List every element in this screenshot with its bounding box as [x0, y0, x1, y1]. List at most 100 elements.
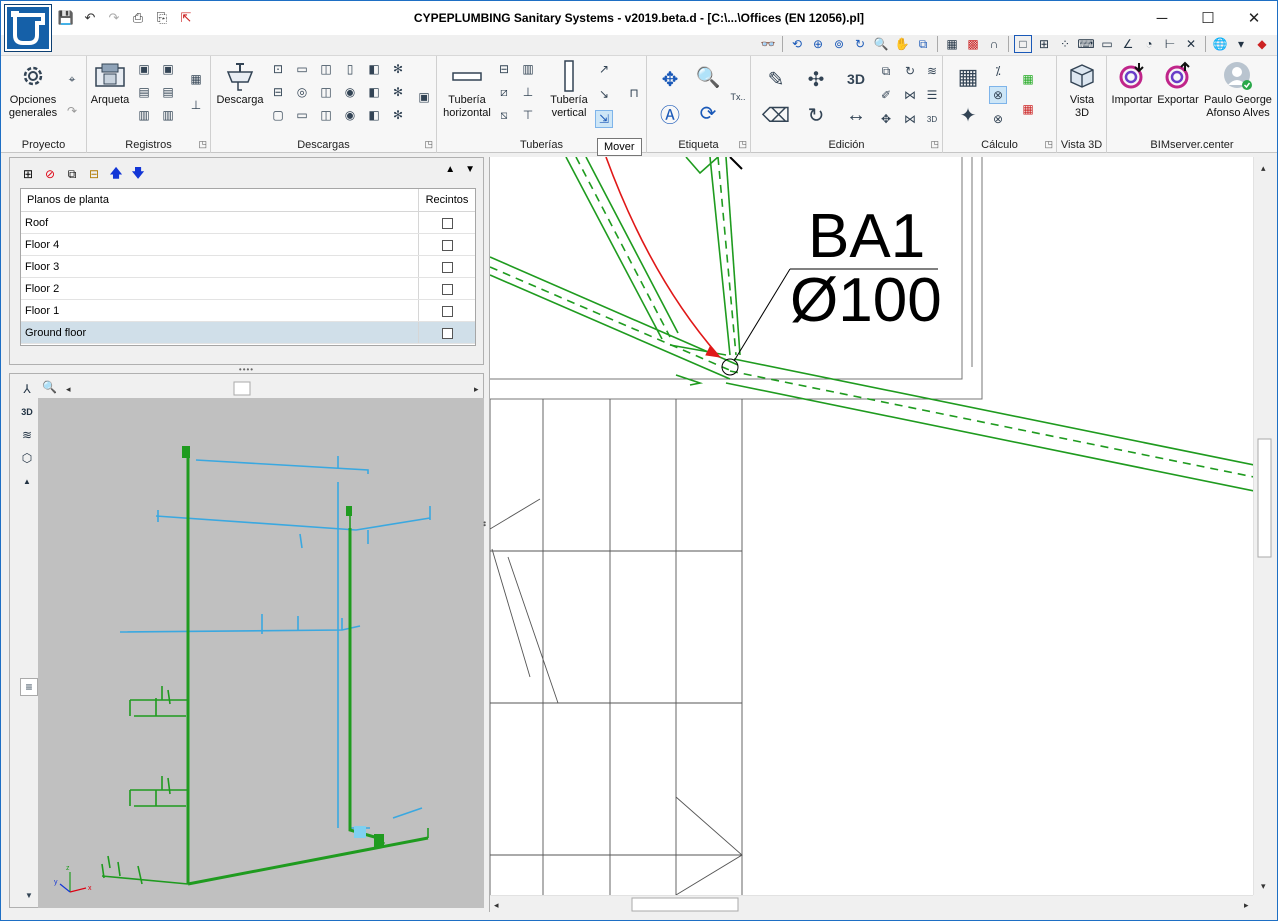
fixture-8-icon[interactable]: ◎ — [293, 83, 311, 101]
label-zoom-icon[interactable]: Ⓐ — [655, 98, 685, 128]
zoom-all-icon[interactable]: ⊕ — [809, 35, 827, 53]
pipe-tool-3-icon[interactable]: ⧄ — [495, 83, 513, 101]
fixture-7-icon[interactable]: ⊟ — [269, 83, 287, 101]
fixture-3-icon[interactable]: ◫ — [317, 60, 335, 78]
table-row[interactable]: Floor 1 — [21, 300, 475, 322]
zoom-window-icon[interactable]: ⊚ — [830, 35, 848, 53]
label-move-icon[interactable]: ✥ — [655, 64, 685, 94]
fixture-2-icon[interactable]: ▭ — [293, 60, 311, 78]
view-cube-icon[interactable]: ⬡ — [18, 449, 36, 467]
registro-4-icon[interactable]: ▤ — [159, 83, 177, 101]
edit-move-icon[interactable]: ✣ — [801, 64, 831, 94]
zoom-rotate-icon[interactable]: ⟲ — [788, 35, 806, 53]
pan-hand-icon[interactable]: ✋ — [893, 35, 911, 53]
rooms-checkbox[interactable] — [441, 305, 453, 317]
text-icon[interactable]: Tx.. — [729, 88, 747, 106]
vista-3d-button[interactable]: Vista 3D — [1061, 60, 1103, 120]
fixture-4-icon[interactable]: ▯ — [341, 60, 359, 78]
location-icon[interactable]: ⌖ — [63, 70, 81, 88]
fixture-6-icon[interactable]: ✻ — [389, 60, 407, 78]
edit-3d-small-icon[interactable]: 3D — [923, 110, 941, 128]
registro-3-icon[interactable]: ▤ — [135, 83, 153, 101]
tools-icon[interactable]: ✕ — [1182, 35, 1200, 53]
globe-icon[interactable]: 🌐 — [1211, 35, 1229, 53]
angle-icon[interactable]: ∠ — [1119, 35, 1137, 53]
fixture-14-icon[interactable]: ▭ — [293, 106, 311, 124]
pipe-tool-8-icon[interactable]: ↘ — [595, 85, 613, 103]
edit-copy-icon[interactable]: ⧉ — [877, 62, 895, 80]
sort-down-icon[interactable]: ▼ — [465, 164, 475, 175]
edicion-launcher-icon[interactable]: ◳ — [930, 139, 939, 150]
label-search-icon[interactable]: 🔍 — [693, 62, 723, 92]
edit-mirror-icon[interactable]: ⋈ — [901, 86, 919, 104]
exportar-button[interactable]: Exportar — [1155, 60, 1201, 107]
maximize-button[interactable]: ☐ — [1185, 1, 1231, 35]
table-row[interactable]: Floor 4 — [21, 234, 475, 256]
fixture-16-icon[interactable]: ◉ — [341, 106, 359, 124]
fixture-18-icon[interactable]: ✻ — [389, 106, 407, 124]
etiqueta-launcher-icon[interactable]: ◳ — [738, 139, 747, 150]
binoculars-icon[interactable]: 👓 — [759, 35, 777, 53]
fixture-1-icon[interactable]: ⊡ — [269, 60, 287, 78]
rooms-checkbox[interactable] — [441, 283, 453, 295]
registros-launcher-icon[interactable]: ◳ — [198, 139, 207, 150]
horizontal-pipe-button[interactable]: Tubería horizontal — [441, 60, 493, 120]
edit-layers-icon[interactable]: ☰ — [923, 86, 941, 104]
zoom-previous-icon[interactable]: ↻ — [851, 35, 869, 53]
pipe-tool-6-icon[interactable]: ⊤ — [519, 106, 537, 124]
registro-8-icon[interactable]: ⊥ — [187, 96, 205, 114]
magic-wand-icon[interactable]: ✦ — [953, 100, 983, 130]
view-3d-hscroll[interactable]: ◂ ▸ — [38, 380, 482, 396]
layers-icon[interactable]: ≋ — [18, 426, 36, 444]
arqueta-button[interactable]: Arqueta — [89, 60, 131, 107]
calc-report-icon[interactable]: ▦ — [1019, 100, 1037, 118]
descargas-launcher-icon[interactable]: ◳ — [424, 139, 433, 150]
fixture-12-icon[interactable]: ✻ — [389, 83, 407, 101]
calculo-launcher-icon[interactable]: ◳ — [1044, 139, 1053, 150]
user-account-button[interactable]: Paulo George Afonso Alves — [1201, 60, 1275, 120]
pipe-tool-2-icon[interactable]: ▥ — [519, 60, 537, 78]
registro-1-icon[interactable]: ▣ — [135, 60, 153, 78]
edit-arrows-icon[interactable]: ✥ — [877, 110, 895, 128]
snap-grid-icon[interactable]: ⊞ — [1035, 35, 1053, 53]
close-button[interactable]: ✕ — [1231, 1, 1277, 35]
edit-align-icon[interactable]: ⋈ — [901, 110, 919, 128]
book-icon[interactable]: ◆ — [1253, 35, 1271, 53]
calc-check-icon[interactable]: ⊗ — [989, 86, 1007, 104]
collapse-up-icon[interactable]: ▲ — [18, 472, 36, 490]
table-row[interactable]: Floor 3 — [21, 256, 475, 278]
snap-box-icon[interactable]: □ — [1014, 35, 1032, 53]
keyboard-icon[interactable]: ⌨ — [1077, 35, 1095, 53]
calc-error-icon[interactable]: ⊗ — [989, 110, 1007, 128]
calc-results-icon[interactable]: ▦ — [1019, 70, 1037, 88]
dimension-icon[interactable]: ⊢ — [1161, 35, 1179, 53]
snap-points-icon[interactable]: ⁘ — [1056, 35, 1074, 53]
edit-stack-icon[interactable]: ≋ — [923, 62, 941, 80]
pipe-tool-1-icon[interactable]: ⊟ — [495, 60, 513, 78]
registro-2-icon[interactable]: ▣ — [159, 60, 177, 78]
pipe-label-name[interactable]: BA1 — [808, 201, 925, 272]
registro-5-icon[interactable]: ▥ — [135, 106, 153, 124]
scale-icon[interactable]: ▭ — [1098, 35, 1116, 53]
registro-7-icon[interactable]: ▦ — [187, 70, 205, 88]
zoom-icon[interactable]: 🔍 — [872, 35, 890, 53]
sort-up-icon[interactable]: ▲ — [445, 164, 455, 175]
move-button[interactable]: ⇲ — [595, 110, 613, 128]
table-row[interactable]: Ground floor — [21, 322, 475, 344]
registro-6-icon[interactable]: ▥ — [159, 106, 177, 124]
fixture-9-icon[interactable]: ◫ — [317, 83, 335, 101]
move-up-icon[interactable]: 🡅 — [108, 166, 124, 182]
pipe-tool-5-icon[interactable]: ⧅ — [495, 106, 513, 124]
rooms-checkbox[interactable] — [441, 261, 453, 273]
fixture-17-icon[interactable]: ◧ — [365, 106, 383, 124]
edit-brush-icon[interactable]: ✐ — [877, 86, 895, 104]
panel-splitter[interactable]: •••• — [9, 365, 484, 374]
edit-rotate-icon[interactable]: ↻ — [801, 100, 831, 130]
delete-floor-icon[interactable]: ⊘ — [42, 166, 58, 182]
magnet-icon[interactable]: ∩ — [985, 35, 1003, 53]
undo-small-icon[interactable]: ↷ — [63, 102, 81, 120]
edit-eraser-icon[interactable]: ⌫ — [761, 100, 791, 130]
edit-floor-icon[interactable]: ⊟ — [86, 166, 102, 182]
fixture-11-icon[interactable]: ◧ — [365, 83, 383, 101]
vertical-pipe-button[interactable]: Tubería vertical — [545, 60, 593, 120]
